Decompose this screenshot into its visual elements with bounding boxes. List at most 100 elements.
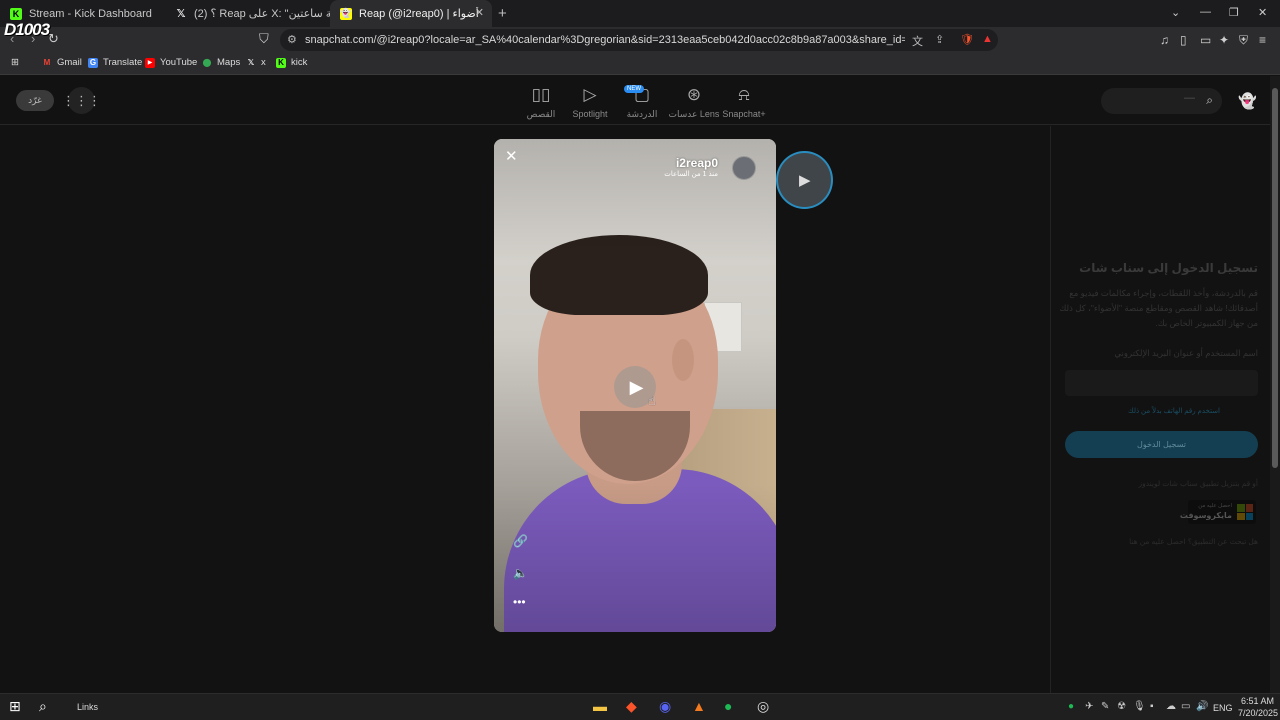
media-icon[interactable]: ♫ — [1160, 33, 1169, 47]
tab-snapchat[interactable]: 👻 Reap (@i2reap0) | عدسات "وعدسات "أضواء… — [330, 0, 492, 27]
next-story-thumbnail[interactable]: ▶ — [776, 151, 833, 209]
bookmark-youtube[interactable]: ▶ YouTube — [145, 57, 197, 68]
tab-x-post[interactable]: 𝕏 (2) ؟ Reap على X: "بث خمسة ساعتين" / — [165, 0, 330, 27]
scrollbar[interactable] — [1270, 76, 1280, 693]
tab-title: Reap (@i2reap0) | عدسات "وعدسات "أضواء — [359, 8, 479, 20]
maps-icon: ⬤ — [202, 58, 212, 67]
network-icon[interactable]: ▭ — [1181, 701, 1190, 712]
login-button[interactable]: تسجيل الدخول — [1065, 431, 1258, 458]
lens-icon: ⊛ — [686, 85, 702, 104]
avatar[interactable] — [732, 156, 756, 180]
story-username[interactable]: i2reap0 — [676, 156, 718, 170]
translate-icon[interactable]: 文 — [912, 33, 923, 49]
bookmark-translate[interactable]: G Translate — [88, 57, 142, 68]
site-info-icon[interactable]: ⚙ — [287, 33, 297, 46]
spotlight-icon: ▷ — [583, 85, 597, 104]
bookmark-maps[interactable]: ⬤ Maps — [202, 57, 241, 68]
microsoft-logo-icon — [1237, 504, 1253, 520]
pen-tray-icon[interactable]: ✎ — [1101, 701, 1109, 712]
microsoft-store-badge[interactable]: احصل عليه من مايكروسوفت — [1180, 500, 1256, 524]
file-explorer-icon[interactable]: ▬ — [593, 698, 607, 714]
microphone-icon[interactable]: 🎙 — [1133, 701, 1146, 712]
clock-time[interactable]: 6:51 AM — [1241, 696, 1274, 706]
nav-stories[interactable]: ▯▯ القصص — [513, 85, 569, 120]
signin-pill-button[interactable]: غرّد — [16, 90, 54, 111]
gmail-icon: M — [43, 58, 51, 67]
links-toolbar[interactable]: Links — [77, 702, 98, 712]
tray-icon[interactable]: ☢ — [1117, 701, 1126, 712]
story-viewer[interactable]: ✕ i2reap0 منذ 1 من الساعات ▶ 🔗 🔈 ••• — [494, 139, 776, 632]
obs-icon[interactable]: ◎ — [757, 698, 769, 715]
x-icon: 𝕏 — [247, 58, 255, 67]
tab-strip: K Stream - Kick Dashboard 𝕏 (2) ؟ Reap ع… — [0, 0, 1280, 27]
bookmark-x[interactable]: 𝕏x — [246, 57, 266, 68]
menu-icon[interactable]: ≡ — [1259, 33, 1266, 47]
spotify-icon[interactable]: ● — [724, 698, 732, 714]
tab-title: (2) ؟ Reap على X: "بث خمسة ساعتين" / — [194, 8, 330, 20]
stream-watermark: D1003 — [4, 20, 50, 39]
search-input[interactable]: — ⌕ — [1101, 88, 1222, 114]
app-launcher-icon[interactable]: ▲ — [692, 698, 706, 714]
login-title: تسجيل الدخول إلى سناب شات — [1079, 261, 1258, 275]
volume-icon[interactable]: 🔊 — [1196, 701, 1208, 712]
bookmark-icon[interactable]: ⛉ — [259, 31, 269, 47]
scrollbar-thumb[interactable] — [1272, 88, 1278, 468]
bookmark-gmail[interactable]: M Gmail — [42, 57, 82, 68]
maximize-icon[interactable]: ❐ — [1229, 6, 1239, 19]
more-options-icon[interactable]: ••• — [513, 595, 526, 609]
brave-rewards-icon[interactable]: ▲ — [982, 33, 993, 45]
language-indicator[interactable]: ENG — [1213, 703, 1233, 713]
wallet-icon[interactable]: ▭ — [1200, 33, 1211, 47]
nav-spotlight[interactable]: ▷ Spotlight — [562, 85, 618, 119]
sidebar-icon[interactable]: ▯ — [1180, 33, 1187, 47]
vpn-icon[interactable]: ⛨ — [1239, 33, 1248, 48]
navigation-bar: ‹ › ↻ ⛉ ⚙ snapchat.com/@i2reap0?locale=a… — [0, 27, 1280, 53]
discord-icon[interactable]: ◉ — [659, 698, 671, 715]
nav-snapchat-plus[interactable]: ⍾ Snapchat+ — [716, 85, 772, 119]
search-icon: ⌕ — [1206, 93, 1213, 107]
apps-grid-icon[interactable]: ⊞ — [11, 57, 19, 68]
clock-date[interactable]: 7/20/2025 — [1238, 708, 1278, 718]
search-icon[interactable]: ⌕ — [39, 698, 47, 715]
url-text[interactable]: snapchat.com/@i2reap0?locale=ar_SA%40cal… — [305, 34, 905, 46]
story-timestamp: منذ 1 من الساعات — [664, 171, 718, 178]
use-phone-link[interactable]: استخدم رقم الهاتف بدلاً من ذلك — [1128, 407, 1220, 415]
nav-lenses[interactable]: ⊛ عدسات Lens — [666, 85, 722, 120]
site-header: غرّد ⋮⋮⋮ ▯▯ القصص ▷ Spotlight ▢ الدردشة … — [0, 76, 1270, 125]
bookmarks-bar: ⊞ M Gmail G Translate ▶ YouTube ⬤ Maps 𝕏x Kk… — [0, 53, 1280, 75]
close-window-icon[interactable]: ✕ — [1258, 6, 1267, 19]
apps-menu-icon[interactable]: ⋮⋮⋮ — [62, 87, 101, 114]
kick-icon: K — [276, 57, 286, 68]
close-story-icon[interactable]: ✕ — [505, 147, 518, 165]
share-icon[interactable]: ⇪ — [935, 33, 944, 46]
youtube-icon: ▶ — [145, 57, 155, 68]
tray-icon[interactable]: ☁ — [1166, 701, 1176, 712]
brave-browser-icon[interactable]: ◆ — [626, 698, 637, 715]
minimize-icon[interactable]: — — [1200, 6, 1211, 18]
stories-icon: ▯▯ — [531, 85, 551, 104]
reload-icon[interactable]: ↻ — [48, 31, 59, 47]
play-icon: ▶ — [799, 172, 811, 189]
tab-search-icon[interactable]: ⌄ — [1171, 6, 1180, 19]
spotify-tray-icon[interactable]: ● — [1068, 701, 1074, 712]
brave-shields-icon[interactable]: 🛡 — [960, 33, 974, 46]
snapchat-ghost-icon[interactable]: 👻 — [1238, 92, 1257, 110]
snapchat-page: غرّد ⋮⋮⋮ ▯▯ القصص ▷ Spotlight ▢ الدردشة … — [0, 76, 1280, 693]
username-field[interactable] — [1065, 370, 1258, 396]
leo-ai-icon[interactable]: ✦ — [1219, 33, 1229, 47]
get-app-text: أو قم بتنزيل تطبيق سناب شات لويندوز — [1138, 479, 1258, 488]
windows-start-icon[interactable]: ⊞ — [9, 698, 21, 715]
address-bar[interactable]: ⚙ snapchat.com/@i2reap0?locale=ar_SA%40c… — [280, 29, 998, 51]
app-help-link[interactable]: هل تبحث عن التطبيق؟ احصل عليه من هنا — [1129, 537, 1258, 546]
volume-icon[interactable]: 🔈 — [513, 566, 528, 580]
tray-icon[interactable]: ▪ — [1150, 701, 1154, 712]
kick-icon: K — [10, 7, 22, 20]
windows-taskbar: ⊞ ⌕ Links ▬ ◆ ◉ ▲ ● ◎ ● ✈ ✎ ☢ 🎙 ▪ ☁ ▭ 🔊 … — [0, 693, 1280, 720]
link-icon[interactable]: 🔗 — [513, 534, 528, 548]
new-tab-button[interactable]: + — [498, 5, 507, 22]
bookmark-kick[interactable]: Kkick — [276, 57, 307, 68]
login-panel: تسجيل الدخول إلى سناب شات قم بالدردشة، و… — [1050, 126, 1270, 693]
snapchat-icon: 👻 — [340, 7, 352, 20]
close-tab-icon[interactable]: ✕ — [475, 6, 484, 19]
tray-icon[interactable]: ✈ — [1085, 701, 1093, 712]
